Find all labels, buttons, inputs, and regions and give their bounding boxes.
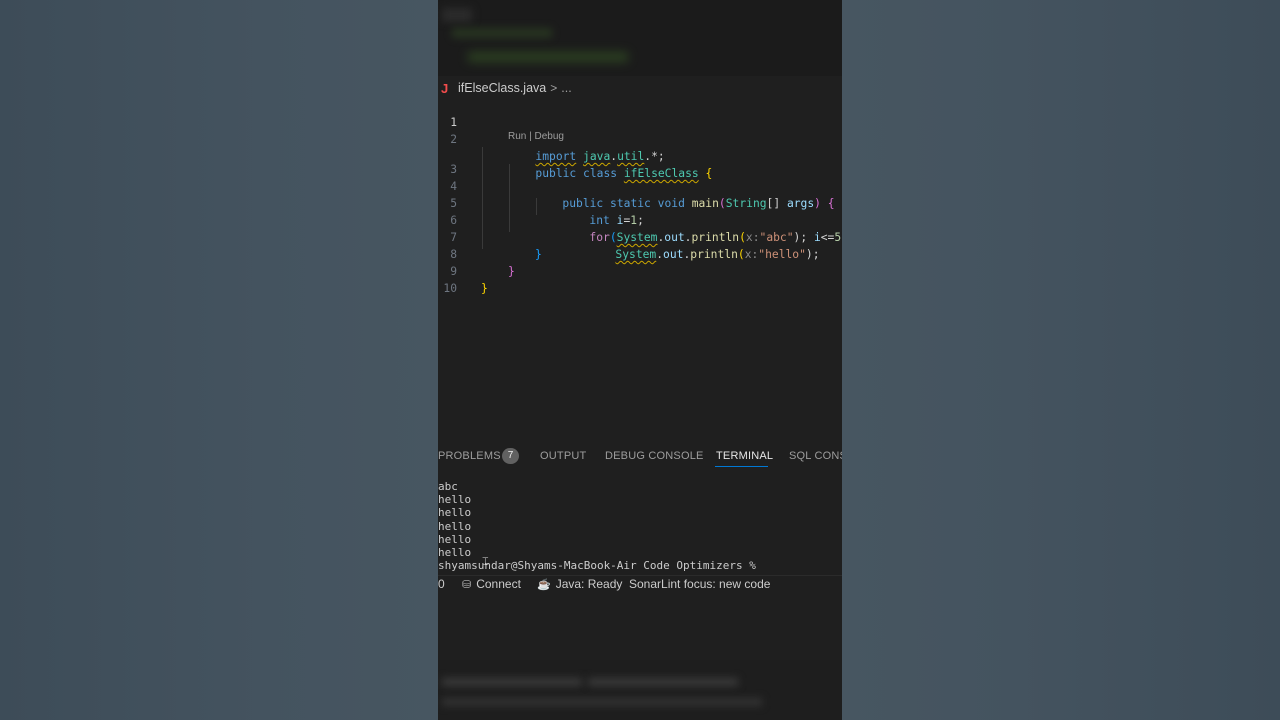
code-lens-run-debug[interactable]: Run | Debug xyxy=(508,131,564,142)
code-line-1: 1 import java.util.*; xyxy=(438,97,842,163)
code-line-7: 7 } xyxy=(438,212,842,261)
code-line-2: 2 public class ifElseClass { xyxy=(438,114,842,180)
terminal-line: hello xyxy=(438,506,472,520)
bottom-panel: PROBLEMS 7 OUTPUT DEBUG CONSOLE TERMINAL… xyxy=(438,440,842,575)
code-line-6: 6 System.out.println(x:"hello"); xyxy=(438,195,842,261)
java-file-icon: J xyxy=(441,80,449,96)
code-line-9: 9 } xyxy=(438,246,842,295)
status-count[interactable]: 0 xyxy=(438,577,445,591)
database-icon: ⛁ xyxy=(462,579,472,591)
background-left xyxy=(0,0,438,720)
chevron-right-icon: > xyxy=(550,81,558,95)
blurred-footer xyxy=(438,660,842,720)
code-editor[interactable]: 1 import java.util.*; 2 public class ifE… xyxy=(438,97,842,437)
code-line-8: 8 } xyxy=(438,229,842,278)
tab-sql-console[interactable]: SQL CONS xyxy=(789,450,842,462)
problems-count-badge: 7 xyxy=(502,448,519,464)
sonarlint-status[interactable]: SonarLint focus: new code xyxy=(629,577,770,591)
connect-status[interactable]: ⛁ Connect xyxy=(462,577,521,591)
breadcrumb: J ifElseClass.java > ... xyxy=(438,78,842,98)
tab-terminal[interactable]: TERMINAL xyxy=(716,450,773,462)
java-status[interactable]: ☕ Java: Ready xyxy=(537,577,622,591)
terminal-line: hello xyxy=(438,519,472,533)
terminal-line: hello xyxy=(438,493,472,507)
panel-tabs: PROBLEMS 7 OUTPUT DEBUG CONSOLE TERMINAL… xyxy=(438,440,842,470)
blurred-header xyxy=(438,0,842,76)
terminal-line: hello xyxy=(438,532,472,546)
coffee-icon: ☕ xyxy=(537,579,551,591)
breadcrumb-more[interactable]: ... xyxy=(561,81,571,95)
tab-output[interactable]: OUTPUT xyxy=(540,450,586,462)
active-tab-indicator xyxy=(715,466,768,467)
tab-debug-console[interactable]: DEBUG CONSOLE xyxy=(605,450,704,462)
line-number: 10 xyxy=(443,282,457,295)
code-line-5: 5 for(System.out.println(x:"abc"); i<=5;… xyxy=(438,178,842,244)
code-line-10: 10 xyxy=(438,263,842,295)
background-right xyxy=(842,0,1280,720)
vscode-window: J ifElseClass.java > ... 1 import java.u… xyxy=(438,0,842,720)
code-line-4: 4 int i=1; xyxy=(438,161,842,227)
text-cursor-icon: ⌶ xyxy=(482,556,489,568)
status-bar: 0 ⛁ Connect ☕ Java: Ready SonarLint focus:… xyxy=(438,575,842,592)
breadcrumb-file[interactable]: ifElseClass.java xyxy=(458,81,546,95)
code-line-3: 3 public static void main(String[] args)… xyxy=(438,144,842,210)
terminal-line: abc xyxy=(438,480,458,493)
tab-problems[interactable]: PROBLEMS xyxy=(438,450,501,462)
